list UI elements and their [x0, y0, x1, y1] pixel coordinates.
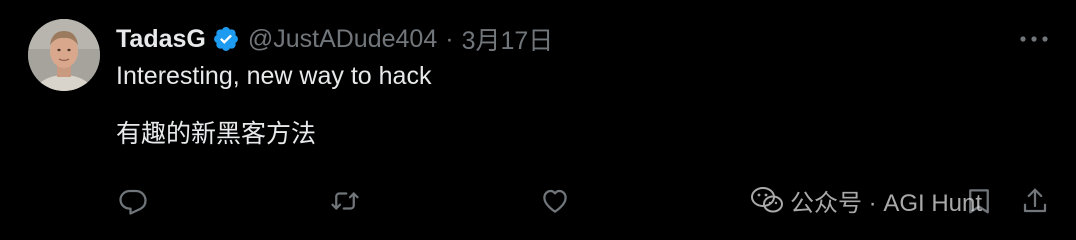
more-options-button[interactable] — [1016, 26, 1052, 52]
reply-icon — [119, 189, 147, 215]
avatar-image — [28, 19, 100, 91]
tweet-header: TadasG @JustADude404 · 3月17日 — [116, 22, 553, 56]
watermark-text: 公众号 · AGI Hunt — [790, 189, 983, 217]
more-dots-icon — [1020, 36, 1048, 42]
heart-icon — [543, 189, 567, 213]
reply-button[interactable] — [118, 186, 148, 216]
retweet-icon — [331, 192, 359, 210]
user-handle[interactable]: @JustADude404 — [248, 25, 437, 54]
tweet-card[interactable]: TadasG @JustADude404 · 3月17日 Interesting… — [0, 0, 1076, 240]
separator-dot: · — [445, 24, 454, 53]
timestamp[interactable]: 3月17日 — [462, 21, 554, 57]
tweet-text-line-2: 有趣的新黑客方法 — [116, 120, 317, 148]
verified-badge-icon — [212, 25, 240, 53]
like-button[interactable] — [540, 186, 570, 216]
avatar[interactable] — [28, 19, 100, 91]
wechat-watermark: 公众号 · AGI Hunt — [750, 182, 982, 218]
wechat-icon — [751, 187, 783, 213]
share-button[interactable] — [1020, 186, 1050, 216]
retweet-button[interactable] — [330, 186, 360, 216]
tweet-text-line-1: Interesting, new way to hack — [116, 62, 432, 90]
display-name[interactable]: TadasG — [116, 25, 206, 54]
share-icon — [1023, 188, 1047, 213]
